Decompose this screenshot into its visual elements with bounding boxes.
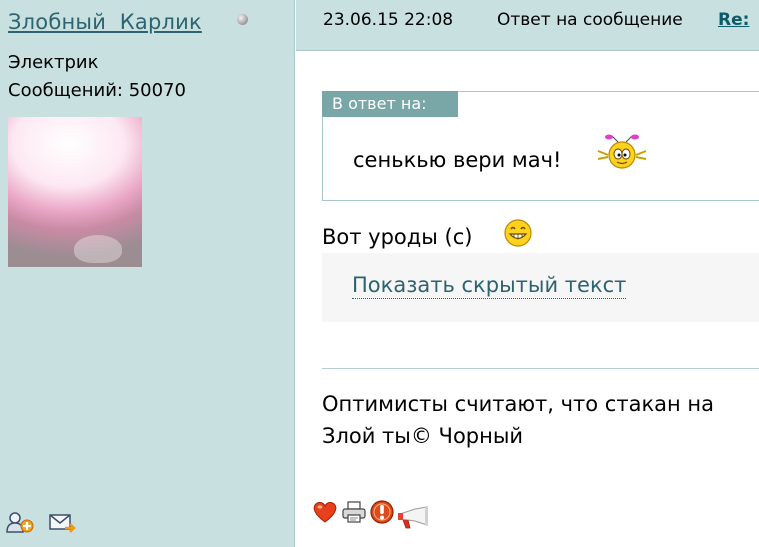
author-posts-count: Сообщений: 50070 (8, 80, 186, 101)
author-sidebar: Злобный Карлик Электрик Сообщений: 50070 (0, 0, 295, 547)
posts-count-value: 50070 (128, 80, 186, 101)
parent-post-link[interactable]: Re: (718, 10, 749, 30)
grin-smiley-icon (503, 218, 533, 252)
quote-label: В ответ на: (322, 91, 458, 117)
signature-line-1: Оптимисты считают, что стакан на (322, 392, 714, 416)
heart-icon[interactable] (312, 500, 338, 528)
signature-line-2: Злой ты© Чорный (322, 424, 524, 448)
quote-text: сенькью вери мач! (353, 148, 562, 172)
author-rank: Электрик (8, 52, 99, 73)
show-hidden-text-link[interactable]: Показать скрытый текст (352, 272, 627, 299)
signature: Оптимисты считают, что стакан на Злой ты… (322, 388, 714, 452)
avatar-hand-shape (74, 235, 122, 263)
warning-icon[interactable] (369, 500, 395, 530)
signature-divider (322, 368, 759, 369)
post-body-text: Вот уроды (с) (322, 225, 473, 249)
avatar (8, 117, 142, 267)
megaphone-icon[interactable] (397, 505, 431, 535)
add-user-icon[interactable] (6, 511, 34, 535)
envelope-icon[interactable] (48, 511, 76, 535)
post-header: 23.06.15 22:08 Ответ на сообщение Re: (296, 0, 759, 51)
author-name-link[interactable]: Злобный Карлик (8, 10, 202, 34)
reply-to-label: Ответ на сообщение (497, 10, 683, 30)
post-date: 23.06.15 22:08 (323, 10, 454, 30)
thank-you-smiley-icon (594, 133, 650, 177)
printer-icon[interactable] (341, 500, 367, 528)
status-dot-icon (237, 14, 248, 25)
posts-label: Сообщений: (8, 80, 123, 101)
